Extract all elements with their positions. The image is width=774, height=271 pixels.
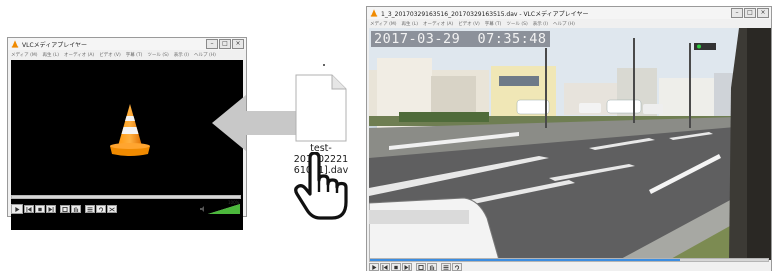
previous-button[interactable] (380, 263, 390, 271)
play-button[interactable] (11, 204, 23, 214)
vlc-cone-icon (11, 40, 19, 48)
menu-item-playback[interactable]: 再生 (L) (402, 21, 418, 27)
menu-item-view[interactable]: 表示 (I) (174, 52, 189, 58)
next-icon (404, 264, 410, 270)
menu-item-media[interactable]: メディア (M) (370, 21, 397, 27)
equalizer-icon (73, 206, 79, 212)
vlc-cone-icon (370, 9, 378, 17)
menu-item-view[interactable]: 表示 (I) (533, 21, 548, 27)
menu-item-help[interactable]: ヘルプ (H) (553, 21, 575, 27)
extended-settings-button[interactable] (71, 205, 81, 213)
video-area[interactable]: 2017-03-29 07:35:48 (369, 28, 771, 260)
playlist-button[interactable] (441, 263, 451, 271)
volume-control[interactable]: 100% (200, 200, 242, 214)
playlist-icon (87, 206, 93, 212)
next-icon (48, 206, 54, 212)
menu-item-video[interactable]: ビデオ (V) (99, 52, 121, 58)
window-title: VLCメディアプレイヤー (22, 41, 88, 49)
speaker-icon (200, 206, 204, 212)
loop-icon (98, 206, 104, 212)
next-button[interactable] (402, 263, 412, 271)
menu-item-help[interactable]: ヘルプ (H) (194, 52, 216, 58)
stop-icon (38, 207, 42, 211)
menu-item-subtitle[interactable]: 字幕 (T) (126, 52, 143, 58)
volume-slider[interactable] (208, 204, 240, 214)
menu-item-media[interactable]: メディア (M) (11, 52, 38, 58)
shuffle-button[interactable] (107, 205, 117, 213)
volume-percent: 100% (228, 200, 240, 205)
previous-icon (382, 264, 388, 270)
stop-button[interactable] (35, 205, 45, 213)
menu-bar: メディア (M) 再生 (L) オーディオ (A) ビデオ (V) 字幕 (T)… (8, 50, 246, 59)
next-button[interactable] (46, 205, 56, 213)
loop-button[interactable] (96, 205, 106, 213)
fullscreen-icon (62, 206, 68, 212)
menu-item-playback[interactable]: 再生 (L) (43, 52, 59, 58)
camera-footage (369, 28, 771, 260)
window-buttons: – □ × (206, 39, 244, 49)
vlc-cone-logo (110, 104, 150, 156)
minimize-button[interactable]: – (731, 8, 743, 18)
shuffle-icon (109, 206, 115, 212)
menu-item-tools[interactable]: ツール (S) (147, 52, 168, 58)
fullscreen-button[interactable] (60, 205, 70, 213)
play-icon (15, 206, 20, 212)
timestamp-overlay: 2017-03-29 07:35:48 (371, 31, 550, 47)
seek-bar[interactable] (369, 258, 769, 262)
stray-dot (323, 64, 325, 66)
document-icon[interactable] (295, 74, 347, 142)
seek-bar-fill (370, 259, 681, 261)
loop-icon (454, 264, 460, 270)
vlc-window-empty: VLCメディアプレイヤー – □ × メディア (M) 再生 (L) オーディオ… (7, 37, 247, 230)
stop-button[interactable] (391, 263, 401, 271)
hand-pointer-icon (294, 152, 348, 220)
playback-controls (369, 263, 462, 271)
seek-bar[interactable] (11, 195, 241, 199)
window-buttons: – □ × (731, 8, 769, 18)
maximize-button[interactable]: □ (219, 39, 231, 49)
menu-bar: メディア (M) 再生 (L) オーディオ (A) ビデオ (V) 字幕 (T)… (367, 19, 771, 28)
menu-item-tools[interactable]: ツール (S) (506, 21, 527, 27)
menu-item-video[interactable]: ビデオ (V) (458, 21, 480, 27)
fullscreen-icon (418, 264, 424, 270)
close-button[interactable]: × (232, 39, 244, 49)
playlist-icon (443, 264, 449, 270)
maximize-button[interactable]: □ (744, 8, 756, 18)
title-bar[interactable]: 1_3_20170329163516_20170329163515.dav - … (367, 7, 771, 19)
loop-button[interactable] (452, 263, 462, 271)
previous-icon (26, 206, 32, 212)
playback-controls (11, 204, 117, 214)
equalizer-icon (429, 264, 435, 270)
stop-icon (394, 265, 398, 269)
playlist-button[interactable] (85, 205, 95, 213)
menu-item-subtitle[interactable]: 字幕 (T) (485, 21, 502, 27)
fullscreen-button[interactable] (416, 263, 426, 271)
previous-button[interactable] (24, 205, 34, 213)
menu-item-audio[interactable]: オーディオ (A) (64, 52, 94, 58)
minimize-button[interactable]: – (206, 39, 218, 49)
extended-settings-button[interactable] (427, 263, 437, 271)
play-button[interactable] (369, 263, 379, 271)
close-button[interactable]: × (757, 8, 769, 18)
play-icon (372, 264, 377, 270)
vlc-window-playing: 1_3_20170329163516_20170329163515.dav - … (366, 6, 772, 271)
menu-item-audio[interactable]: オーディオ (A) (423, 21, 453, 27)
window-title: 1_3_20170329163516_20170329163515.dav - … (381, 10, 589, 18)
